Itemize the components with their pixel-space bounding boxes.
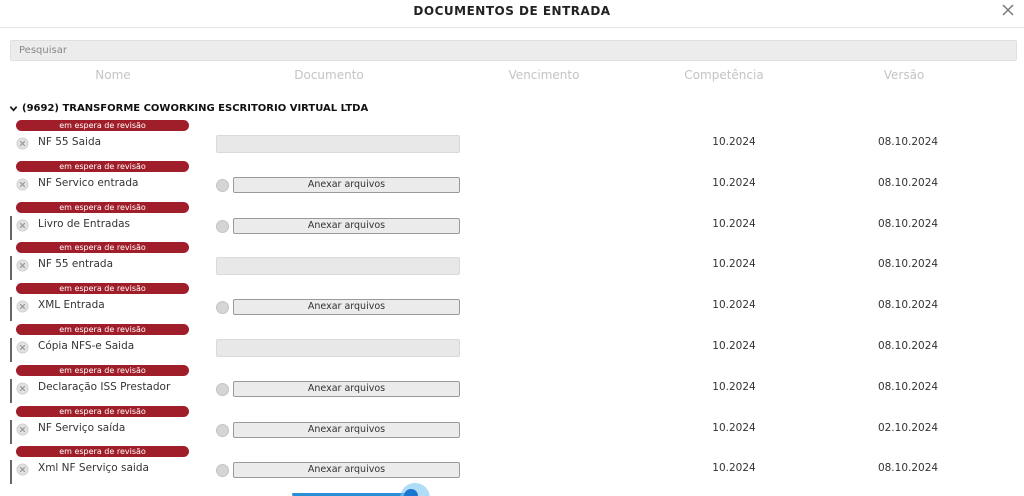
status-badge: em espera de revisão bbox=[16, 365, 189, 376]
column-header-versao[interactable]: Versão bbox=[814, 68, 994, 82]
document-name: Declaração ISS Prestador bbox=[38, 381, 171, 393]
versao-value: 08.10.2024 bbox=[877, 177, 939, 189]
versao-value: 08.10.2024 bbox=[877, 381, 939, 393]
status-badge: em espera de revisão bbox=[16, 202, 189, 213]
versao-value: 02.10.2024 bbox=[877, 422, 939, 434]
row-indicator-bar bbox=[10, 216, 12, 240]
select-radio[interactable] bbox=[216, 424, 229, 437]
competencia-value: 10.2024 bbox=[712, 136, 756, 148]
table-row: em espera de revisão XML Entrada Anexar ar… bbox=[0, 283, 1024, 324]
document-name: Cópia NFS-e Saida bbox=[38, 340, 135, 352]
row-indicator-bar bbox=[10, 338, 12, 362]
table-row: em espera de revisão NF 55 Saida 10.2024 08… bbox=[0, 120, 1024, 161]
group-toggle[interactable]: (9692) TRANSFORME COWORKING ESCRITORIO V… bbox=[9, 103, 368, 114]
scrollbar-thumb[interactable] bbox=[404, 489, 418, 496]
remove-icon[interactable] bbox=[16, 137, 29, 150]
competencia-value: 10.2024 bbox=[712, 258, 756, 270]
select-radio[interactable] bbox=[216, 179, 229, 192]
search-input[interactable] bbox=[10, 40, 1017, 61]
remove-icon[interactable] bbox=[16, 300, 29, 313]
document-name: NF 55 Saida bbox=[38, 136, 102, 148]
close-icon[interactable] bbox=[1000, 2, 1016, 18]
table-row: em espera de revisão Declaração ISS Prest… bbox=[0, 365, 1024, 406]
select-radio[interactable] bbox=[216, 383, 229, 396]
attach-files-button[interactable]: Anexar arquivos bbox=[233, 177, 460, 193]
document-name: XML Entrada bbox=[38, 299, 105, 311]
versao-value: 08.10.2024 bbox=[877, 258, 939, 270]
versao-value: 08.10.2024 bbox=[877, 136, 939, 148]
status-badge: em espera de revisão bbox=[16, 324, 189, 335]
versao-value: 08.10.2024 bbox=[877, 218, 939, 230]
select-radio[interactable] bbox=[216, 301, 229, 314]
row-indicator-bar bbox=[10, 297, 12, 321]
status-badge: em espera de revisão bbox=[16, 283, 189, 294]
attach-files-button[interactable]: Anexar arquivos bbox=[233, 218, 460, 234]
competencia-value: 10.2024 bbox=[712, 422, 756, 434]
attach-files-button[interactable]: Anexar arquivos bbox=[233, 299, 460, 315]
document-field[interactable] bbox=[216, 339, 460, 357]
competencia-value: 10.2024 bbox=[712, 381, 756, 393]
attach-files-button[interactable]: Anexar arquivos bbox=[233, 462, 460, 478]
competencia-value: 10.2024 bbox=[712, 177, 756, 189]
chevron-down-icon bbox=[9, 106, 18, 112]
table-row: em espera de revisão NF Serviço saída Anex… bbox=[0, 406, 1024, 447]
remove-icon[interactable] bbox=[16, 341, 29, 354]
document-field[interactable] bbox=[216, 257, 460, 275]
column-header-competencia[interactable]: Competência bbox=[634, 68, 814, 82]
dialog-title: DOCUMENTOS DE ENTRADA bbox=[413, 4, 611, 18]
group-label: (9692) TRANSFORME COWORKING ESCRITORIO V… bbox=[22, 103, 369, 114]
document-name: NF 55 entrada bbox=[38, 258, 114, 270]
status-badge: em espera de revisão bbox=[16, 242, 189, 253]
select-radio[interactable] bbox=[216, 464, 229, 477]
remove-icon[interactable] bbox=[16, 423, 29, 436]
column-header-nome[interactable]: Nome bbox=[23, 68, 203, 82]
table-row: em espera de revisão Livro de Entradas Ane… bbox=[0, 202, 1024, 243]
remove-icon[interactable] bbox=[16, 382, 29, 395]
select-radio[interactable] bbox=[216, 220, 229, 233]
column-header-documento[interactable]: Documento bbox=[239, 68, 419, 82]
document-name: Xml NF Serviço saida bbox=[38, 462, 149, 474]
table-row: em espera de revisão NF 55 entrada 10.2024… bbox=[0, 242, 1024, 283]
versao-value: 08.10.2024 bbox=[877, 462, 939, 474]
table-row: em espera de revisão Xml NF Serviço saida… bbox=[0, 446, 1024, 487]
competencia-value: 10.2024 bbox=[712, 340, 756, 352]
document-name: NF Serviço saída bbox=[38, 422, 126, 434]
competencia-value: 10.2024 bbox=[712, 218, 756, 230]
table-row: em espera de revisão Cópia NFS-e Saida 10.… bbox=[0, 324, 1024, 365]
column-header-vencimento[interactable]: Vencimento bbox=[454, 68, 634, 82]
remove-icon[interactable] bbox=[16, 219, 29, 232]
versao-value: 08.10.2024 bbox=[877, 340, 939, 352]
status-badge: em espera de revisão bbox=[16, 446, 189, 457]
document-name: NF Servico entrada bbox=[38, 177, 139, 189]
row-indicator-bar bbox=[10, 420, 12, 444]
document-field[interactable] bbox=[216, 135, 460, 153]
attach-files-button[interactable]: Anexar arquivos bbox=[233, 422, 460, 438]
competencia-value: 10.2024 bbox=[712, 462, 756, 474]
remove-icon[interactable] bbox=[16, 463, 29, 476]
versao-value: 08.10.2024 bbox=[877, 299, 939, 311]
competencia-value: 10.2024 bbox=[712, 299, 756, 311]
attach-files-button[interactable]: Anexar arquivos bbox=[233, 381, 460, 397]
row-indicator-bar bbox=[10, 256, 12, 280]
remove-icon[interactable] bbox=[16, 259, 29, 272]
status-badge: em espera de revisão bbox=[16, 161, 189, 172]
status-badge: em espera de revisão bbox=[16, 120, 189, 131]
row-indicator-bar bbox=[10, 460, 12, 484]
dialog-header: DOCUMENTOS DE ENTRADA bbox=[0, 0, 1024, 28]
table-row: em espera de revisão NF Servico entrada An… bbox=[0, 161, 1024, 202]
row-indicator-bar bbox=[10, 379, 12, 403]
remove-icon[interactable] bbox=[16, 178, 29, 191]
status-badge: em espera de revisão bbox=[16, 406, 189, 417]
document-name: Livro de Entradas bbox=[38, 218, 131, 230]
